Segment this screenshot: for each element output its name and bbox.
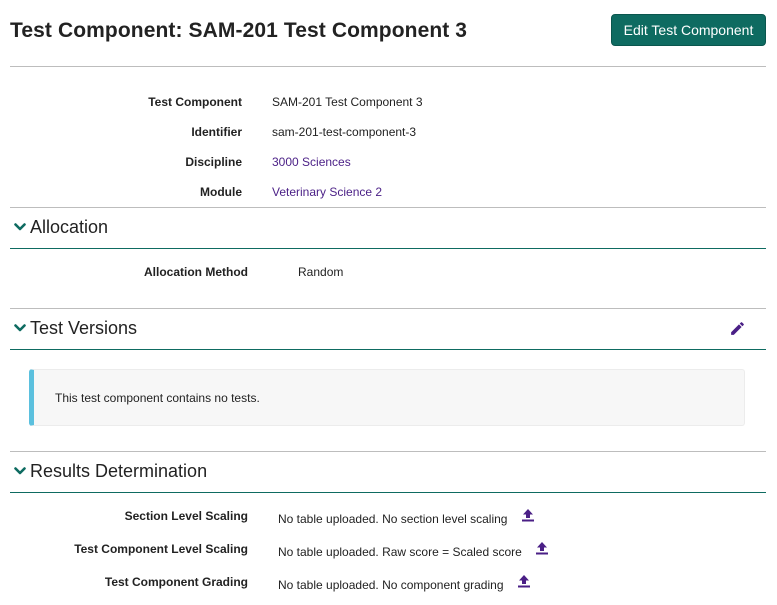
results-value: No table uploaded. No component grading: [278, 578, 504, 592]
allocation-method-value: Random: [298, 265, 344, 279]
alert-message: This test component contains no tests.: [55, 391, 260, 405]
results-label: Section Level Scaling: [124, 509, 248, 523]
allocation-method-label: Allocation Method: [144, 265, 248, 279]
results-label: Test Component Grading: [104, 575, 248, 589]
chevron-down-icon: [14, 467, 26, 475]
results-value: No table uploaded. Raw score = Scaled sc…: [278, 545, 522, 559]
module-link[interactable]: Veterinary Science 2: [272, 185, 382, 199]
test-versions-section-header[interactable]: Test Versions: [10, 308, 766, 350]
detail-label: Discipline: [185, 155, 242, 169]
no-tests-alert: This test component contains no tests.: [29, 369, 745, 426]
results-determination-section-header[interactable]: Results Determination: [10, 451, 766, 493]
upload-icon[interactable]: [517, 574, 531, 588]
detail-value: SAM-201 Test Component 3: [272, 95, 423, 109]
results-value: No table uploaded. No section level scal…: [278, 512, 508, 526]
section-title: Allocation: [30, 217, 109, 237]
edit-test-component-button[interactable]: Edit Test Component: [611, 14, 766, 46]
upload-icon[interactable]: [535, 541, 549, 555]
chevron-down-icon: [14, 223, 26, 231]
section-title: Test Versions: [30, 318, 138, 338]
results-label: Test Component Level Scaling: [74, 542, 248, 556]
detail-value: sam-201-test-component-3: [272, 125, 417, 139]
upload-icon[interactable]: [521, 508, 535, 522]
section-title: Results Determination: [30, 461, 208, 481]
detail-label: Identifier: [191, 125, 242, 139]
detail-label: Test Component: [148, 95, 242, 109]
discipline-link[interactable]: 3000 Sciences: [272, 155, 351, 169]
allocation-section-header[interactable]: Allocation: [10, 207, 766, 249]
pencil-icon[interactable]: [729, 320, 746, 337]
page-header: Test Component: SAM-201 Test Component 3…: [10, 0, 766, 67]
page-title: Test Component: SAM-201 Test Component 3: [10, 19, 468, 42]
detail-label: Module: [200, 185, 242, 199]
chevron-down-icon: [14, 324, 26, 332]
